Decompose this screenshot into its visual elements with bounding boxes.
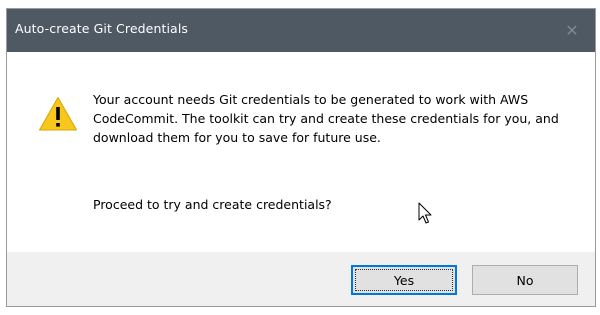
- title-bar[interactable]: Auto-create Git Credentials ✕: [7, 9, 595, 52]
- dialog-question: Proceed to try and create credentials?: [93, 197, 332, 212]
- window-title: Auto-create Git Credentials: [15, 21, 189, 36]
- yes-button-label: Yes: [393, 272, 415, 288]
- no-button[interactable]: No: [472, 265, 578, 295]
- dialog-window: Auto-create Git Credentials ✕ Your accou…: [7, 9, 595, 306]
- button-bar: Yes No: [7, 252, 595, 306]
- mouse-cursor-icon: [418, 202, 432, 224]
- close-button[interactable]: ✕: [549, 9, 595, 52]
- warning-icon: [39, 97, 77, 131]
- close-icon: ✕: [565, 21, 579, 40]
- yes-button[interactable]: Yes: [351, 265, 457, 295]
- dialog-content: Your account needs Git credentials to be…: [7, 52, 595, 252]
- no-button-label: No: [516, 272, 534, 288]
- dialog-message: Your account needs Git credentials to be…: [93, 92, 559, 145]
